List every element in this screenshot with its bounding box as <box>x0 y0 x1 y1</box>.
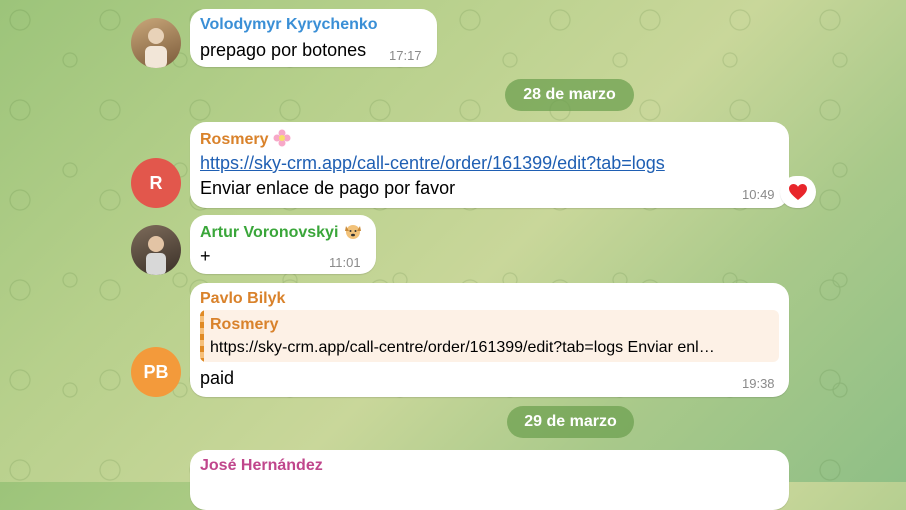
reply-sender: Rosmery <box>210 316 279 333</box>
message-bubble[interactable]: Artur Voronovskyi + 11:01 <box>190 215 376 274</box>
message-bubble[interactable]: Volodymyr Kyrychenko prepago por botones… <box>190 9 437 67</box>
date-separator: 29 de marzo <box>507 406 634 438</box>
message-time: 19:38 <box>742 376 775 391</box>
message-text: + <box>200 246 211 266</box>
avatar-artur[interactable] <box>131 225 181 275</box>
message-text: prepago por botones <box>200 40 367 60</box>
message-link[interactable]: https://sky-crm.app/call-centre/order/16… <box>200 153 665 174</box>
photo-avatar-icon <box>146 236 166 275</box>
message-time: 17:17 <box>389 48 422 63</box>
reply-accent-bar <box>200 310 204 362</box>
sender-name[interactable]: Volodymyr Kyrychenko <box>200 16 378 34</box>
avatar-volodymyr[interactable] <box>131 18 181 68</box>
dog-emoji-icon <box>344 225 361 239</box>
avatar-pavlo[interactable]: PB <box>131 347 181 397</box>
message-time: 11:01 <box>329 255 361 270</box>
heart-icon <box>789 184 807 200</box>
flower-emoji-icon <box>273 129 291 147</box>
message-bubble[interactable]: José Hernández <box>190 450 789 510</box>
reply-text: https://sky-crm.app/call-centre/order/16… <box>210 339 715 356</box>
sender-name[interactable]: Pavlo Bilyk <box>200 290 285 308</box>
sender-name-text: Rosmery <box>200 131 269 148</box>
message-text: paid <box>200 368 235 388</box>
message-bubble[interactable]: Pavlo Bilyk Rosmery https://sky-crm.app/… <box>190 283 789 397</box>
sender-name[interactable]: Artur Voronovskyi <box>200 222 363 242</box>
avatar-rosmery[interactable]: R <box>131 158 181 208</box>
sender-name-text: Artur Voronovskyi <box>200 224 339 241</box>
date-separator: 28 de marzo <box>505 79 634 111</box>
photo-avatar-icon <box>145 28 167 68</box>
reaction-badge[interactable] <box>780 176 816 208</box>
sender-name[interactable]: Rosmery <box>200 129 291 149</box>
message-text: Enviar enlace de pago por favor <box>200 178 456 198</box>
message-bubble[interactable]: Rosmery https://sky-crm.app/call-centre/… <box>190 122 789 208</box>
message-time: 10:49 <box>742 187 775 202</box>
sender-name[interactable]: José Hernández <box>200 457 323 475</box>
reply-preview[interactable]: Rosmery https://sky-crm.app/call-centre/… <box>200 310 779 362</box>
